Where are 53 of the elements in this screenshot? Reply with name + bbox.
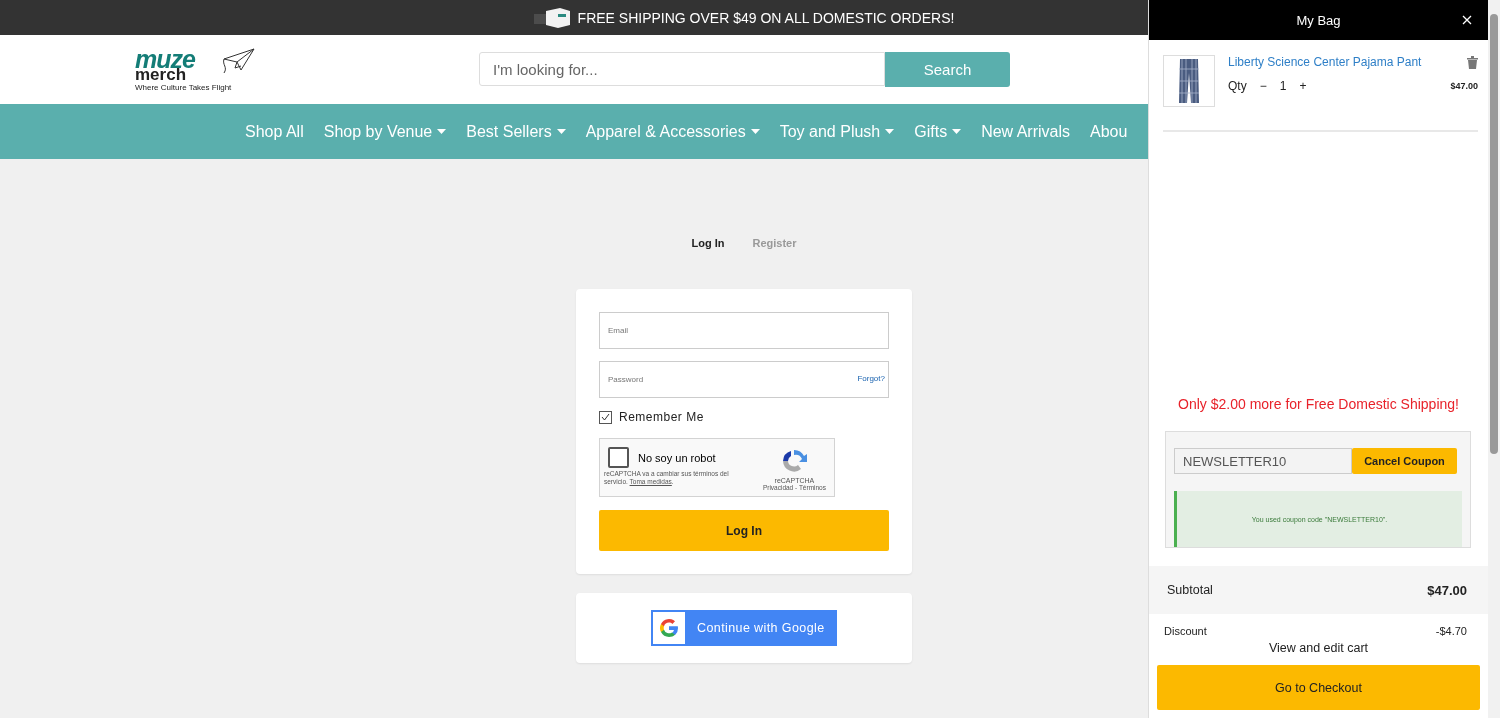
auth-tab[interactable]: Log In <box>691 237 725 249</box>
subtotal-label: Subtotal <box>1167 583 1213 597</box>
caret-icon <box>952 129 962 134</box>
search-field[interactable]: I'm looking for... <box>479 52 885 86</box>
nav-link[interactable]: Gifts <box>914 122 962 141</box>
box-icon <box>533 7 572 28</box>
nav-link[interactable]: Toy and Plush <box>779 122 895 141</box>
nav-link[interactable]: Shop by Venue <box>323 122 447 141</box>
trash-icon[interactable] <box>1467 55 1478 69</box>
announcement-text: FREE SHIPPING OVER $49 ON ALL DOMESTIC ORDERS! <box>577 9 955 26</box>
view-cart-link[interactable]: View and edit cart <box>1149 641 1488 655</box>
product-link[interactable]: Liberty Science Center Pajama Pant <box>1228 55 1422 69</box>
caret-icon <box>750 129 760 134</box>
nav-link[interactable]: Best Sellers <box>466 122 566 141</box>
discount-label: Discount <box>1164 625 1207 637</box>
paper-plane-icon <box>223 47 255 74</box>
captcha-label: No soy un robot <box>638 451 716 464</box>
captcha-checkbox[interactable] <box>608 447 629 468</box>
item-price: $47.00 <box>1450 81 1478 91</box>
remember-checkbox[interactable] <box>599 410 612 424</box>
decrease-button[interactable]: − <box>1259 79 1267 93</box>
search-button[interactable]: Search <box>885 52 1010 87</box>
nav-link[interactable]: New Arrivals <box>981 122 1071 141</box>
login-button[interactable]: Log In <box>599 510 889 551</box>
caret-icon <box>556 129 566 134</box>
logo-wordmark[interactable]: muze <box>135 49 265 69</box>
nav-link[interactable]: Shop All <box>245 122 304 141</box>
remember-label: Remember Me <box>619 410 704 424</box>
bag-title: My Bag <box>1296 12 1341 28</box>
google-icon <box>659 618 679 638</box>
logo-tagline: Where Culture Takes Flight <box>135 82 233 92</box>
coupon-field[interactable]: NEWSLETTER10 <box>1174 448 1352 474</box>
qty-value: 1 <box>1279 79 1287 93</box>
logo-subword[interactable]: merch <box>135 68 265 81</box>
auth-tab[interactable]: Register <box>752 237 797 249</box>
close-icon[interactable] <box>1462 15 1472 25</box>
caret-icon <box>885 129 895 134</box>
email-field[interactable]: Email <box>599 312 889 349</box>
caret-icon <box>437 129 447 134</box>
pajama-pants-icon <box>1178 59 1200 103</box>
qty-label: Qty <box>1228 79 1247 93</box>
nav-link[interactable]: Apparel & Accessories <box>585 122 760 141</box>
cancel-coupon-button[interactable]: Cancel Coupon <box>1352 448 1457 474</box>
checkout-button[interactable]: Go to Checkout <box>1157 665 1480 710</box>
shipping-notice: Only $2.00 more for Free Domestic Shipping! <box>1177 396 1460 412</box>
discount-value: -$4.70 <box>1435 625 1467 637</box>
subtotal-value: $47.00 <box>1427 582 1467 598</box>
recaptcha-logo-icon <box>780 447 809 475</box>
scrollbar-thumb[interactable] <box>1490 14 1498 454</box>
nav-link[interactable]: Abou <box>1090 122 1128 141</box>
google-button[interactable]: Continue with Google <box>651 610 837 646</box>
forgot-link[interactable]: Forgot? <box>857 374 885 383</box>
increase-button[interactable]: + <box>1299 79 1307 93</box>
